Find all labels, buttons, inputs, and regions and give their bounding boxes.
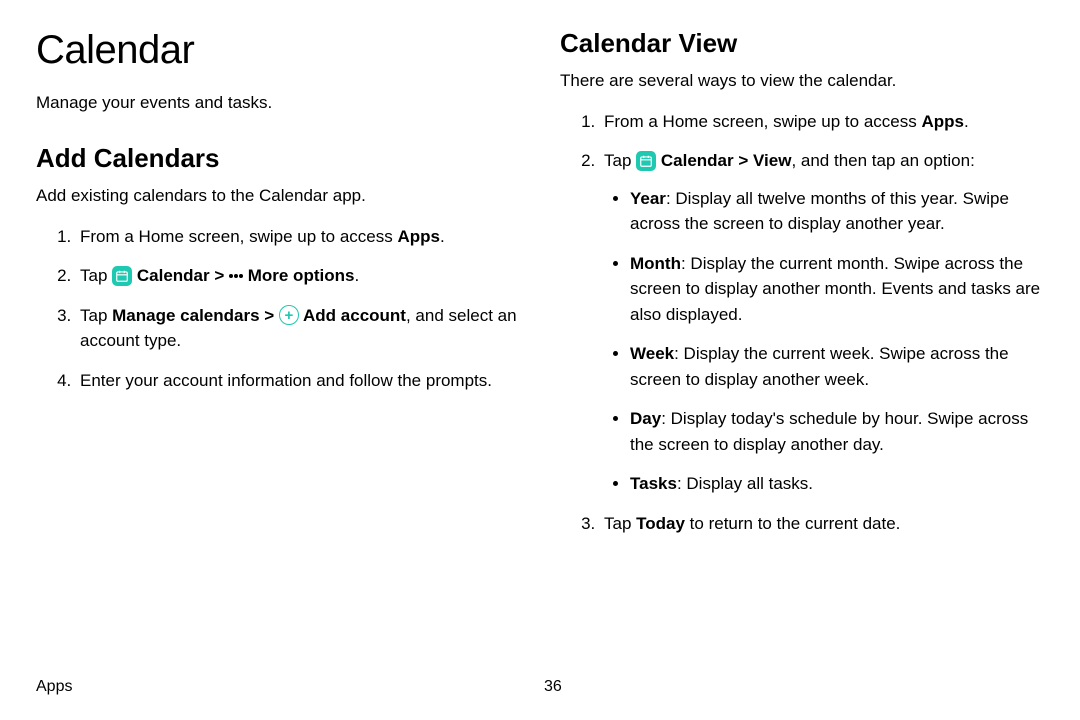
view-options-list: Year: Display all twelve months of this … (604, 186, 1044, 497)
option-week: Week (630, 344, 674, 363)
page-title: Calendar (36, 28, 520, 73)
option-desc: : Display all tasks. (677, 474, 813, 493)
calendar-label: Calendar (656, 151, 733, 170)
list-item: Month: Display the current month. Swipe … (630, 251, 1044, 328)
calendar-icon (112, 266, 132, 286)
calendar-icon (636, 151, 656, 171)
add-calendars-heading: Add Calendars (36, 143, 520, 174)
step-item: Tap Today to return to the current date. (600, 511, 1044, 537)
step-text: Tap (604, 514, 636, 533)
today-label: Today (636, 514, 685, 533)
step-text: , and then tap an option: (791, 151, 974, 170)
step-text: Enter your account information and follo… (80, 371, 492, 390)
option-desc: : Display the current month. Swipe acros… (630, 254, 1040, 324)
page-subtitle: Manage your events and tasks. (36, 91, 520, 115)
option-desc: : Display today's schedule by hour. Swip… (630, 409, 1028, 454)
calendar-view-heading: Calendar View (560, 28, 1044, 59)
apps-label: Apps (921, 112, 964, 131)
step-item: From a Home screen, swipe up to access A… (76, 224, 520, 250)
more-options-label: More options (243, 266, 354, 285)
add-icon: + (279, 305, 299, 325)
footer-section-label: Apps (36, 678, 536, 696)
content-columns: Calendar Manage your events and tasks. A… (36, 28, 1044, 658)
right-column: Calendar View There are several ways to … (560, 28, 1044, 658)
separator: > (260, 306, 279, 325)
option-year: Year (630, 189, 666, 208)
separator: > (210, 266, 229, 285)
step-text: . (964, 112, 969, 131)
step-text: to return to the current date. (685, 514, 900, 533)
option-day: Day (630, 409, 661, 428)
step-item: From a Home screen, swipe up to access A… (600, 109, 1044, 135)
add-calendars-desc: Add existing calendars to the Calendar a… (36, 184, 520, 208)
footer-page-number: 36 (536, 678, 1044, 696)
calendar-label: Calendar (132, 266, 209, 285)
step-item: Tap Calendar > More options. (76, 263, 520, 289)
step-text: From a Home screen, swipe up to access (80, 227, 397, 246)
list-item: Week: Display the current week. Swipe ac… (630, 341, 1044, 392)
step-text: Tap (604, 151, 636, 170)
step-text: Tap (80, 266, 112, 285)
separator: > (734, 151, 753, 170)
option-month: Month (630, 254, 681, 273)
view-label: View (753, 151, 791, 170)
list-item: Day: Display today's schedule by hour. S… (630, 406, 1044, 457)
calendar-view-steps: From a Home screen, swipe up to access A… (560, 109, 1044, 537)
step-item: Tap Manage calendars > + Add account, an… (76, 303, 520, 354)
list-item: Tasks: Display all tasks. (630, 471, 1044, 497)
page-footer: Apps 36 (36, 678, 1044, 696)
step-item: Tap Calendar > View, and then tap an opt… (600, 148, 1044, 497)
left-column: Calendar Manage your events and tasks. A… (36, 28, 520, 658)
option-desc: : Display the current week. Swipe across… (630, 344, 1009, 389)
calendar-view-desc: There are several ways to view the calen… (560, 69, 1044, 93)
list-item: Year: Display all twelve months of this … (630, 186, 1044, 237)
option-desc: : Display all twelve months of this year… (630, 189, 1009, 234)
option-tasks: Tasks (630, 474, 677, 493)
add-account-label: Add account (299, 306, 406, 325)
more-options-icon (229, 266, 243, 286)
apps-label: Apps (397, 227, 440, 246)
manage-calendars-label: Manage calendars (112, 306, 259, 325)
step-text: From a Home screen, swipe up to access (604, 112, 921, 131)
step-text: . (354, 266, 359, 285)
step-text: . (440, 227, 445, 246)
step-item: Enter your account information and follo… (76, 368, 520, 394)
step-text: Tap (80, 306, 112, 325)
add-calendars-steps: From a Home screen, swipe up to access A… (36, 224, 520, 394)
